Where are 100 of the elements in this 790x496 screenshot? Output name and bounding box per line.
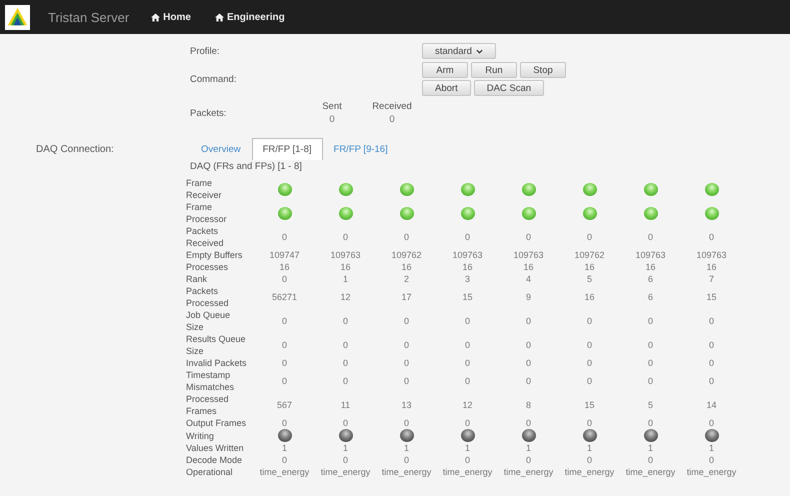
row-label: Frame Processor: [186, 201, 228, 225]
tab[interactable]: FR/FP [1-8]: [252, 138, 323, 160]
row-label: Invalid Packets: [186, 357, 248, 369]
table-cell: 0: [648, 417, 653, 429]
table-cell: 0: [526, 231, 531, 243]
section-label: DAQ Connection:: [36, 144, 114, 155]
table-cell: 0: [464, 315, 470, 327]
row-label: Frame Receiver: [186, 177, 223, 201]
table-cell: 109763: [696, 249, 727, 261]
table-cell: 0: [526, 315, 531, 327]
table-cell: 0: [648, 375, 653, 387]
table-cell: 0: [282, 375, 287, 387]
table-cell: 16: [523, 261, 534, 273]
table-cell: 16: [584, 291, 594, 303]
table-cell: 1: [282, 442, 287, 454]
table-cell: 0: [282, 315, 287, 327]
table-cell: 0: [708, 417, 714, 429]
table-cell: 1: [586, 442, 592, 454]
table-cell: 0: [648, 231, 653, 243]
table-cell: 0: [526, 339, 531, 351]
row-label: Decode Mode: [186, 454, 244, 466]
table-cell: 0: [282, 231, 287, 243]
table-cell: 0: [464, 231, 470, 243]
profile-dropdown[interactable]: standard: [422, 43, 496, 59]
table-cell: 0: [648, 454, 653, 466]
table-cell: 1: [526, 442, 531, 454]
table-cell: time_energy: [382, 466, 432, 478]
command-button[interactable]: Arm: [422, 62, 468, 78]
table-cell: 12: [462, 399, 472, 411]
table-cell: 0: [404, 417, 409, 429]
table-cell: 0: [586, 357, 592, 369]
table-cell: 6: [648, 273, 653, 285]
table-cell: 0: [282, 357, 287, 369]
table-cell: 0: [404, 454, 409, 466]
table-cell: 0: [464, 417, 470, 429]
table-cell: 109763: [635, 249, 666, 261]
table-cell: 16: [584, 261, 594, 273]
table-cell: 16: [645, 261, 656, 273]
row-label: Writing: [186, 430, 215, 442]
table-cell: 11: [340, 399, 350, 411]
column-header: Sent: [322, 100, 342, 113]
table-cell: 0: [342, 231, 348, 243]
table-cell: 7: [708, 273, 714, 285]
row-label: Timestamp Mismatches: [186, 369, 236, 393]
table-cell: 0: [404, 315, 409, 327]
table-cell: 2: [404, 273, 409, 285]
table-cell: 0: [282, 454, 287, 466]
table-cell: 0: [464, 454, 470, 466]
table-cell: 14: [706, 399, 716, 411]
table-cell: 0: [342, 454, 348, 466]
home-icon: [151, 12, 160, 22]
table-cell: 16: [706, 261, 716, 273]
table-cell: 0: [404, 231, 409, 243]
table-cell: 0: [708, 315, 714, 327]
table-cell: 0: [648, 315, 653, 327]
table-cell: 0: [586, 231, 592, 243]
row-label: Processed Frames: [186, 393, 230, 417]
table-cell: 16: [279, 261, 290, 273]
brand-title[interactable]: Tristan Server: [48, 10, 130, 24]
nav-link[interactable]: Home: [151, 12, 191, 22]
table-cell: 12: [340, 291, 350, 303]
table-cell: 1: [342, 442, 348, 454]
field-label: Command:: [190, 74, 238, 84]
table-cell: 0: [648, 339, 653, 351]
table-cell: 0: [586, 375, 592, 387]
table-cell: time_energy: [442, 466, 492, 478]
logo-icon[interactable]: [5, 4, 30, 30]
table-cell: 0: [282, 273, 287, 285]
row-label: Rank: [186, 273, 208, 285]
table-cell: 0: [526, 454, 531, 466]
row-label: Results Queue Size: [186, 333, 247, 357]
table-cell: time_energy: [686, 466, 736, 478]
command-button[interactable]: Abort: [422, 80, 471, 96]
table-cell: 0: [404, 339, 409, 351]
table-cell: 15: [584, 399, 594, 411]
table-cell: 0: [708, 375, 714, 387]
table-cell: 0: [342, 417, 348, 429]
command-button[interactable]: Stop: [520, 62, 566, 78]
row-label: Job Queue Size: [186, 309, 232, 333]
caret-icon: [476, 48, 483, 54]
nav-link[interactable]: Engineering: [214, 12, 285, 22]
table-cell: 0: [648, 357, 653, 369]
table-cell: 0: [342, 357, 348, 369]
table-cell: 1: [342, 273, 348, 285]
command-button[interactable]: Run: [471, 62, 517, 78]
table-cell: 0: [708, 231, 714, 243]
table-cell: time_energy: [564, 466, 614, 478]
table-cell: 1: [464, 442, 470, 454]
table-cell: 1: [708, 442, 714, 454]
table-cell: 1: [648, 442, 653, 454]
table-cell: 0: [342, 375, 348, 387]
table-cell: 3: [464, 273, 470, 285]
table-cell: 0: [586, 315, 592, 327]
table-cell: 16: [401, 261, 412, 273]
table-cell: 13: [401, 399, 412, 411]
row-label: Output Frames: [186, 417, 248, 429]
table-cell: 8: [526, 399, 531, 411]
table-cell: time_energy: [320, 466, 370, 478]
table-cell: 0: [708, 454, 714, 466]
command-button[interactable]: DAC Scan: [474, 80, 544, 96]
